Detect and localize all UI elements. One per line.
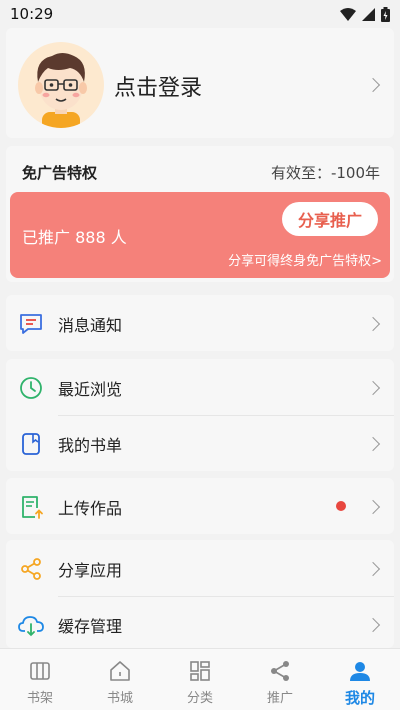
status-time: 10:29 bbox=[10, 5, 54, 23]
profile-card[interactable]: 点击登录 bbox=[6, 28, 394, 138]
expire-date: 有效至：-100年 bbox=[270, 164, 380, 182]
promo-banner: 已推广 888 人 分享推广 分享可得终身免广告特权> bbox=[10, 192, 390, 278]
user-icon bbox=[350, 662, 370, 681]
share-icon bbox=[271, 661, 289, 681]
menu-label-recent: 最近浏览 bbox=[58, 380, 123, 399]
menu-group-reading: 最近浏览 我的书单 bbox=[6, 359, 394, 471]
menu-group-upload: 上传作品 bbox=[6, 478, 394, 534]
menu-group-app: 分享应用 缓存管理 bbox=[6, 540, 394, 648]
tab-bookshelf[interactable]: 书架 bbox=[0, 649, 80, 710]
battery-icon bbox=[381, 6, 390, 22]
login-label[interactable]: 点击登录 bbox=[114, 70, 202, 102]
ad-free-card: 免广告特权 有效至：-100年 已推广 888 人 分享推广 分享可得终身免广告… bbox=[6, 146, 394, 282]
tab-promote[interactable]: 推广 bbox=[240, 649, 320, 710]
wifi-icon bbox=[340, 7, 356, 21]
menu-label-booklist: 我的书单 bbox=[58, 436, 123, 455]
avatar-illustration-icon bbox=[35, 53, 87, 128]
book-icon bbox=[22, 433, 40, 455]
tab-bookstore[interactable]: 书城 bbox=[80, 649, 160, 710]
menu-label-share-app: 分享应用 bbox=[58, 561, 123, 580]
menu-group-messages: 消息通知 bbox=[6, 295, 394, 351]
status-icons bbox=[340, 6, 390, 22]
home-icon bbox=[110, 661, 130, 681]
ad-free-title: 免广告特权 bbox=[22, 164, 98, 182]
tab-mine[interactable]: 我的 bbox=[320, 649, 400, 710]
share-icon bbox=[21, 558, 41, 580]
chevron-right-icon bbox=[365, 77, 381, 93]
status-bar: 10:29 bbox=[0, 0, 400, 28]
cloud-download-icon bbox=[18, 616, 44, 637]
menu-item-cache[interactable]: 缓存管理 bbox=[6, 596, 394, 648]
tab-label: 书架 bbox=[26, 691, 53, 706]
menu-label-upload: 上传作品 bbox=[58, 499, 123, 518]
bottom-tab-bar: 书架 书城 分类 推广 我的 bbox=[0, 648, 400, 710]
tab-category[interactable]: 分类 bbox=[160, 649, 240, 710]
menu-item-recent[interactable]: 最近浏览 bbox=[6, 359, 394, 415]
avatar[interactable] bbox=[18, 42, 104, 128]
tab-label: 书城 bbox=[106, 691, 133, 706]
chevron-right-icon bbox=[365, 499, 381, 515]
signal-icon bbox=[362, 7, 375, 21]
chevron-right-icon bbox=[365, 436, 381, 452]
menu-item-booklist[interactable]: 我的书单 bbox=[6, 415, 394, 471]
bookshelf-icon bbox=[30, 662, 50, 680]
category-icon bbox=[190, 661, 210, 681]
chevron-right-icon bbox=[365, 316, 381, 332]
promo-count: 已推广 888 人 bbox=[22, 228, 127, 247]
share-promo-button[interactable]: 分享推广 bbox=[282, 202, 378, 236]
menu-item-share-app[interactable]: 分享应用 bbox=[6, 540, 394, 596]
chevron-right-icon bbox=[365, 380, 381, 396]
tab-label: 推广 bbox=[266, 691, 293, 706]
upload-document-icon bbox=[22, 496, 43, 519]
share-hint-link[interactable]: 分享可得终身免广告特权> bbox=[228, 250, 382, 269]
chevron-right-icon bbox=[365, 617, 381, 633]
clock-icon bbox=[20, 377, 42, 399]
menu-item-upload[interactable]: 上传作品 bbox=[6, 478, 394, 534]
chevron-right-icon bbox=[365, 561, 381, 577]
message-icon bbox=[20, 314, 42, 334]
menu-label-messages: 消息通知 bbox=[58, 316, 123, 335]
notification-dot bbox=[336, 501, 346, 511]
tab-label: 分类 bbox=[186, 691, 213, 706]
menu-item-messages[interactable]: 消息通知 bbox=[6, 295, 394, 351]
menu-label-cache: 缓存管理 bbox=[58, 617, 123, 636]
tab-label: 我的 bbox=[344, 689, 375, 707]
